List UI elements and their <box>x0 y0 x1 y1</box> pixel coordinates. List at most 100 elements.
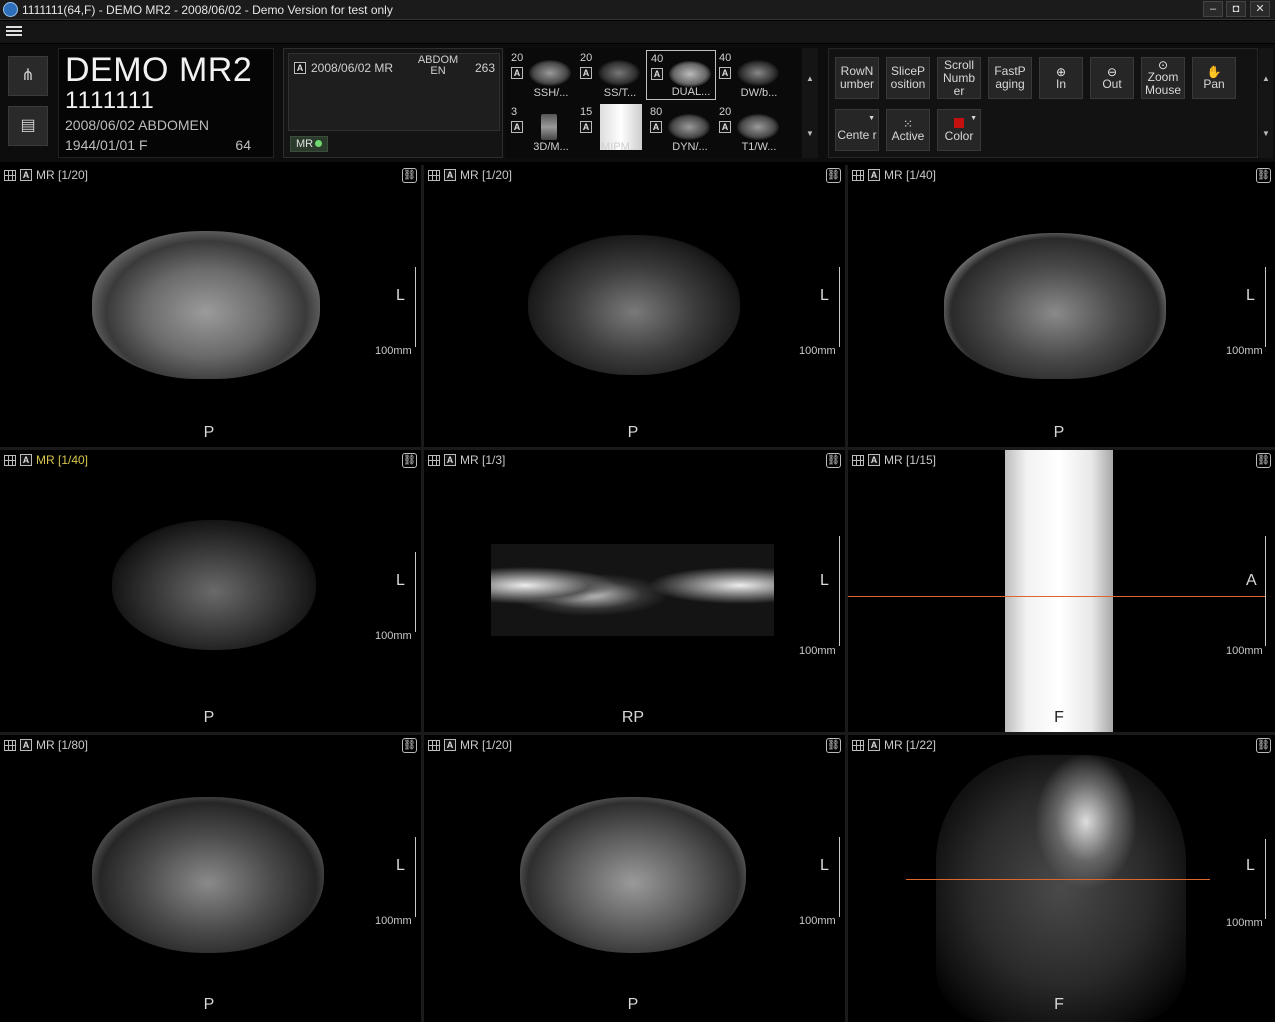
viewport-header: A MR [1/20] <box>4 168 88 182</box>
series-thumbnail <box>598 60 640 86</box>
series-thumb[interactable]: 3 A 3D/M... <box>507 104 577 154</box>
study-item[interactable]: A 2008/06/02 MR ABDOM EN 263 <box>288 53 500 131</box>
tool-label: Cente r <box>837 127 877 142</box>
scale-bar <box>1260 267 1266 347</box>
link-icon[interactable]: ⛓ <box>826 453 841 468</box>
scale-bar <box>834 837 840 917</box>
grid-icon[interactable] <box>428 454 440 466</box>
maximize-button[interactable]: ◘ <box>1226 1 1246 17</box>
annotation-a-icon[interactable]: A <box>868 454 880 466</box>
series-thumb[interactable]: 20 A SS/T... <box>576 50 646 100</box>
layout-button[interactable]: ▤ <box>8 106 48 146</box>
grid-icon[interactable] <box>852 739 864 751</box>
row-number-button[interactable]: RowN umber <box>835 57 879 99</box>
series-thumb[interactable]: 20 A SSH/... <box>507 50 577 100</box>
scale-bar <box>410 267 416 347</box>
series-thumb[interactable]: 40 A DW/b... <box>715 50 785 100</box>
link-icon[interactable]: ⛓ <box>826 738 841 753</box>
scroll-up-icon[interactable]: ▲ <box>1259 74 1273 83</box>
annotation-a-icon[interactable]: A <box>868 169 880 181</box>
viewport[interactable]: A MR [1/20] ⛓ L 100mm P <box>424 735 845 1022</box>
toolbar-scrollbar[interactable]: ▲ ▼ <box>1259 48 1273 158</box>
zoom-in-button[interactable]: ⊕ In <box>1039 57 1083 99</box>
scroll-down-icon[interactable]: ▼ <box>1259 129 1273 138</box>
series-label: SSH/... <box>533 87 569 99</box>
series-thumbnail <box>529 60 571 86</box>
close-button[interactable]: ✕ <box>1250 1 1270 17</box>
grid-icon[interactable] <box>852 454 864 466</box>
series-thumbnail <box>737 114 779 140</box>
active-button[interactable]: ⁙ Active <box>886 109 930 151</box>
zoom-out-button[interactable]: ⊖ Out <box>1090 57 1134 99</box>
fast-paging-button[interactable]: FastP aging <box>988 57 1032 99</box>
patient-name: DEMO MR2 <box>65 51 253 89</box>
scale-label: 100mm <box>1226 917 1263 929</box>
annotation-a-icon[interactable]: A <box>20 454 32 466</box>
series-scrollbar[interactable]: ▲ ▼ <box>802 48 818 158</box>
viewport[interactable]: A MR [1/15] ⛓ A 100mm F <box>848 450 1275 732</box>
grid-icon[interactable] <box>4 169 16 181</box>
tool-label: In <box>1055 76 1066 91</box>
link-icon[interactable]: ⛓ <box>1256 453 1271 468</box>
link-icon[interactable]: ⛓ <box>826 168 841 183</box>
grid-icon[interactable] <box>4 739 16 751</box>
viewport[interactable]: A MR [1/80] ⛓ L 100mm P <box>0 735 421 1022</box>
viewport[interactable]: A MR [1/20] ⛓ L 100mm P <box>0 165 421 447</box>
annotation-a-icon: A <box>294 62 306 74</box>
center-dropdown[interactable]: ▼ Cente r <box>835 109 879 151</box>
series-thumb-selected[interactable]: 40 A DUAL... <box>646 50 716 100</box>
modality-filter-tag[interactable]: MR <box>290 136 329 152</box>
series-count: 40 <box>651 53 664 65</box>
grid-icon[interactable] <box>852 169 864 181</box>
annotation-a-icon[interactable]: A <box>444 739 456 751</box>
series-thumb[interactable]: 20 A T1/W... <box>715 104 785 154</box>
study-tree-button[interactable]: ⋔ <box>8 56 48 96</box>
grid-icon[interactable] <box>428 739 440 751</box>
viewport-active[interactable]: A MR [1/40] ⛓ L 100mm P <box>0 450 421 732</box>
annotation-a-icon[interactable]: A <box>20 169 32 181</box>
color-dropdown[interactable]: ▼ Color <box>937 109 981 151</box>
viewport[interactable]: A MR [1/20] ⛓ L 100mm P <box>424 165 845 447</box>
series-index: MR [1/20] <box>460 168 513 182</box>
slice-position-button[interactable]: SliceP osition <box>886 57 930 99</box>
annotation-a-icon[interactable]: A <box>20 739 32 751</box>
menu-bar <box>0 21 1275 43</box>
annotation-a-icon[interactable]: A <box>444 454 456 466</box>
viewport[interactable]: A MR [1/22] ⛓ L 100mm F <box>848 735 1275 1022</box>
patient-info-panel: DEMO MR2 1111111 2008/06/02 ABDOMEN 1944… <box>58 48 274 158</box>
scroll-down-icon[interactable]: ▼ <box>802 129 818 138</box>
hamburger-menu-icon[interactable] <box>6 24 22 40</box>
app-icon <box>3 2 18 17</box>
annotation-a-icon[interactable]: A <box>868 739 880 751</box>
minimize-button[interactable]: – <box>1203 1 1223 17</box>
series-thumb[interactable]: 15 A MIPM... <box>576 104 646 154</box>
window-icon: ▤ <box>20 117 36 134</box>
pan-button[interactable]: ✋ Pan <box>1192 57 1236 99</box>
viewport[interactable]: A MR [1/40] ⛓ L 100mm P <box>848 165 1275 447</box>
scroll-up-icon[interactable]: ▲ <box>802 74 818 83</box>
series-label: T1/W... <box>741 141 777 153</box>
orientation-right: L <box>820 857 829 874</box>
mr-image <box>944 233 1166 379</box>
link-icon[interactable]: ⛓ <box>402 738 417 753</box>
scroll-number-button[interactable]: Scroll Numb er <box>937 57 981 99</box>
series-count: 3 <box>511 106 518 118</box>
tool-label: SliceP osition <box>890 64 926 91</box>
series-index: MR [1/40] <box>36 453 89 467</box>
link-icon[interactable]: ⛓ <box>1256 738 1271 753</box>
tool-label: Color <box>944 128 974 143</box>
series-thumb[interactable]: 80 A DYN/... <box>646 104 716 154</box>
link-icon[interactable]: ⛓ <box>402 168 417 183</box>
zoom-mouse-button[interactable]: ⊙ Zoom Mouse <box>1141 57 1185 99</box>
viewport[interactable]: A MR [1/3] ⛓ L 100mm RP <box>424 450 845 732</box>
scale-label: 100mm <box>799 345 836 357</box>
scale-label: 100mm <box>799 915 836 927</box>
annotation-a-icon[interactable]: A <box>444 169 456 181</box>
link-icon[interactable]: ⛓ <box>402 453 417 468</box>
grid-icon[interactable] <box>428 169 440 181</box>
link-icon[interactable]: ⛓ <box>1256 168 1271 183</box>
grid-icon[interactable] <box>4 454 16 466</box>
series-label: MIPM... <box>601 141 639 153</box>
orientation-bottom: F <box>1054 709 1064 726</box>
annotation-a-icon: A <box>719 121 731 133</box>
